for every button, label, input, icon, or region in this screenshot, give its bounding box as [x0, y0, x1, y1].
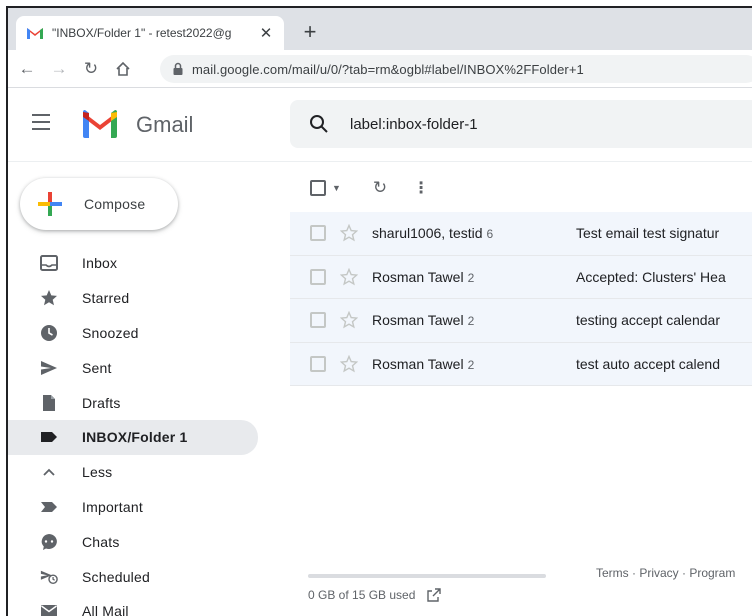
main-menu-icon[interactable] [32, 114, 56, 134]
sidebar-item-important[interactable]: Important [8, 490, 258, 525]
email-subject: Test email test signatur [576, 225, 720, 242]
tab-title: "INBOX/Folder 1" - retest2022@g [52, 26, 232, 40]
email-sender: Rosman Tawel 2 [372, 356, 576, 372]
star-icon [40, 289, 58, 307]
star-outline-icon[interactable] [340, 311, 358, 329]
refresh-icon[interactable]: ↻ [373, 178, 387, 198]
sidebar-item-less[interactable]: Less [8, 455, 258, 490]
sidebar-item-drafts[interactable]: Drafts [8, 385, 258, 420]
sidebar-item-label: Sent [82, 359, 112, 376]
gmail-header: Gmail [8, 88, 752, 162]
back-arrow-icon[interactable]: ← [14, 56, 40, 82]
email-sender: Rosman Tawel 2 [372, 312, 576, 328]
scheduled-icon [40, 568, 58, 586]
reload-icon[interactable]: ↻ [78, 56, 104, 82]
tab-close-icon[interactable]: ✕ [258, 24, 274, 42]
sender-name: Rosman Tawel [372, 268, 464, 285]
footer-links[interactable]: Terms · Privacy · Program [596, 566, 735, 580]
sender-name: Rosman Tawel [372, 312, 464, 329]
draft-icon [40, 394, 58, 412]
important-icon [40, 498, 58, 516]
browser-toolbar: ← → ↻ mail.google.com/mail/u/0/?tab=rm&o… [8, 50, 752, 88]
row-checkbox[interactable] [310, 355, 326, 372]
sidebar-item-label: Chats [82, 533, 120, 550]
compose-plus-icon [36, 190, 64, 218]
all-mail-icon [40, 602, 58, 616]
label-icon [40, 428, 58, 446]
sidebar-item-inbox[interactable]: Inbox [8, 246, 258, 281]
chat-icon [40, 533, 58, 551]
chevron-up-icon [40, 463, 58, 481]
thread-count: 6 [486, 227, 494, 242]
search-input[interactable] [350, 115, 730, 133]
email-subject: Accepted: Clusters' Hea [576, 268, 726, 285]
sidebar-item-label: Drafts [82, 394, 121, 411]
gmail-brand-text: Gmail [136, 112, 194, 137]
row-checkbox[interactable] [310, 225, 326, 242]
sidebar-item-label: INBOX/Folder 1 [82, 429, 188, 446]
gmail-favicon-icon [26, 26, 44, 40]
table-row[interactable]: Rosman Tawel 2 Accepted: Clusters' Hea [290, 255, 752, 299]
external-link-icon[interactable] [427, 588, 442, 602]
compose-label: Compose [84, 196, 146, 212]
select-all-checkbox[interactable] [310, 180, 326, 196]
sidebar-item-all-mail[interactable]: All Mail [8, 594, 258, 616]
table-row[interactable]: sharul1006, testid 6 Test email test sign… [290, 212, 752, 256]
gmail-logo-icon[interactable] [80, 108, 120, 140]
sidebar-item-label: Starred [82, 290, 130, 307]
email-subject: test auto accept calend [576, 355, 720, 372]
sidebar-item-label: Snoozed [82, 324, 139, 341]
home-icon[interactable] [110, 56, 136, 82]
sender-name: sharul1006, testid [372, 225, 483, 242]
sidebar-item-inbox-folder-1[interactable]: INBOX/Folder 1 [8, 419, 258, 455]
sidebar-item-label: Less [82, 464, 113, 481]
browser-tab[interactable]: "INBOX/Folder 1" - retest2022@g ✕ [16, 16, 284, 50]
new-tab-button[interactable]: + [296, 18, 324, 46]
sidebar-item-sent[interactable]: Sent [8, 350, 258, 385]
table-row[interactable]: Rosman Tawel 2 test auto accept calend [290, 342, 752, 386]
lock-icon [172, 62, 184, 76]
address-bar[interactable]: mail.google.com/mail/u/0/?tab=rm&ogbl#la… [160, 55, 752, 83]
table-row[interactable]: Rosman Tawel 2 testing accept calendar [290, 299, 752, 343]
star-outline-icon[interactable] [340, 224, 358, 242]
storage-progress-bar [308, 574, 546, 578]
storage-text: 0 GB of 15 GB used [308, 588, 416, 602]
sidebar-item-starred[interactable]: Starred [8, 281, 258, 316]
thread-count: 2 [467, 357, 475, 372]
sender-name: Rosman Tawel [372, 355, 464, 372]
sidebar-item-chats[interactable]: Chats [8, 524, 258, 559]
search-bar[interactable] [290, 100, 752, 148]
url-text: mail.google.com/mail/u/0/?tab=rm&ogbl#la… [192, 61, 584, 77]
select-dropdown-icon[interactable]: ▼ [332, 183, 341, 193]
email-sender: Rosman Tawel 2 [372, 269, 576, 285]
tab-strip: "INBOX/Folder 1" - retest2022@g ✕ + [8, 8, 752, 50]
more-options-icon[interactable]: ⋮ [413, 178, 429, 198]
send-icon [40, 359, 58, 377]
thread-count: 2 [467, 270, 475, 285]
sidebar-item-label: Important [82, 498, 143, 515]
email-subject: testing accept calendar [576, 312, 720, 329]
browser-window: "INBOX/Folder 1" - retest2022@g ✕ + ← → … [6, 6, 752, 616]
star-outline-icon[interactable] [340, 267, 358, 286]
row-checkbox[interactable] [310, 268, 326, 285]
list-toolbar: ▼ ↻ ⋮ [290, 168, 752, 208]
storage-info: 0 GB of 15 GB used [308, 588, 442, 602]
sidebar-nav: Inbox Starred Snoozed Sent Drafts INBOX/… [8, 246, 258, 616]
sidebar-item-scheduled[interactable]: Scheduled [8, 559, 258, 594]
row-checkbox[interactable] [310, 312, 326, 329]
sidebar-item-snoozed[interactable]: Snoozed [8, 316, 258, 351]
sidebar-item-label: Inbox [82, 255, 118, 272]
star-outline-icon[interactable] [340, 354, 358, 373]
sidebar-item-label: Scheduled [82, 568, 150, 585]
search-icon[interactable] [308, 113, 330, 135]
email-sender: sharul1006, testid 6 [372, 225, 576, 241]
clock-icon [40, 324, 58, 342]
inbox-icon [40, 254, 58, 272]
forward-arrow-icon[interactable]: → [46, 56, 72, 82]
compose-button[interactable]: Compose [20, 178, 178, 230]
sidebar-item-label: All Mail [82, 603, 129, 616]
email-list: sharul1006, testid 6 Test email test sign… [290, 212, 752, 386]
thread-count: 2 [467, 314, 475, 329]
